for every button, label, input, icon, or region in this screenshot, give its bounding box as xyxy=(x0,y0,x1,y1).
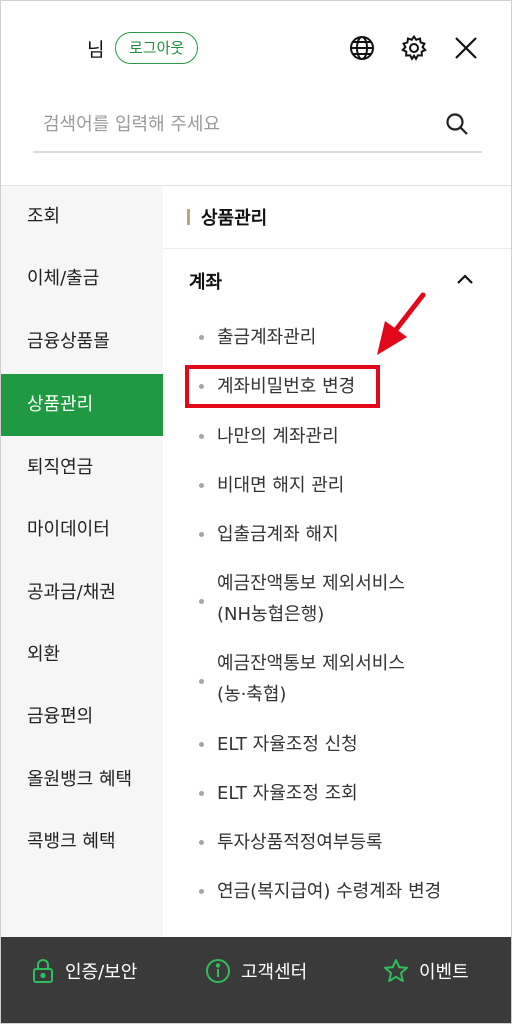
bottom-bar-label: 고객센터 xyxy=(241,962,308,983)
customer-center-button[interactable]: 고객센터 xyxy=(205,937,307,1005)
left-menu-item[interactable]: 퇴직연금 xyxy=(1,437,163,499)
bullet-icon xyxy=(199,791,204,796)
list-item[interactable]: 나만의 계좌관리 xyxy=(199,421,499,452)
section-accent-bar xyxy=(187,209,190,225)
lock-icon xyxy=(33,959,53,983)
group-title[interactable]: 계좌 xyxy=(189,268,222,294)
close-icon[interactable] xyxy=(449,31,483,65)
user-name-suffix: 님 xyxy=(87,39,105,61)
bullet-icon xyxy=(199,483,204,488)
left-menu-item[interactable]: 이체/출금 xyxy=(1,248,163,310)
list-item[interactable]: 연금(복지급여) 수령계좌 변경 xyxy=(199,876,499,907)
bottom-bar-label: 이벤트 xyxy=(419,962,469,983)
left-menu-item[interactable]: 금융편의 xyxy=(1,686,163,748)
list-item[interactable]: ELT 자율조정 조회 xyxy=(199,778,499,809)
list-item[interactable]: 입출금계좌 해지 xyxy=(199,519,499,550)
search-input[interactable] xyxy=(43,109,423,139)
left-menu-item[interactable]: 공과금/채권 xyxy=(1,562,163,624)
list-item[interactable]: 출금계좌관리 xyxy=(199,322,499,353)
bullet-icon xyxy=(199,742,204,747)
left-menu-item[interactable]: 올원뱅크 혜택 xyxy=(1,749,163,811)
left-menu-item[interactable]: 콕뱅크 혜택 xyxy=(1,811,163,873)
search-icon[interactable] xyxy=(442,109,472,139)
bullet-icon xyxy=(199,532,204,537)
left-menu-item[interactable]: 외환 xyxy=(1,624,163,686)
left-menu-item[interactable]: 금융상품몰 xyxy=(1,311,163,373)
list-item[interactable]: 예금잔액통보 제외서비스 (NH농협은행) xyxy=(199,568,499,630)
left-menu-item[interactable]: 조회 xyxy=(1,186,163,248)
section-header: 상품관리 xyxy=(163,186,511,249)
bullet-icon xyxy=(199,335,204,340)
gear-icon[interactable] xyxy=(397,31,431,65)
bullet-icon xyxy=(199,434,204,439)
left-menu: 조회 이체/출금 금융상품몰 상품관리 퇴직연금 마이데이터 공과금/채권 외환… xyxy=(1,185,163,937)
list-item[interactable]: 예금잔액통보 제외서비스 (농·축협) xyxy=(199,648,499,710)
left-menu-item[interactable]: 마이데이터 xyxy=(1,499,163,561)
event-button[interactable]: 이벤트 xyxy=(383,937,469,1005)
list-item[interactable]: 투자상품적정여부등록 xyxy=(199,827,499,858)
header: 님 로그아웃 xyxy=(1,1,511,96)
list-item[interactable]: ELT 자율조정 신청 xyxy=(199,729,499,760)
search-bar xyxy=(33,97,482,153)
globe-icon[interactable] xyxy=(345,31,379,65)
logout-button[interactable]: 로그아웃 xyxy=(115,32,199,64)
info-icon xyxy=(206,959,230,983)
highlight-box xyxy=(185,365,380,408)
submenu-panel: 상품관리 계좌 출금계좌관리 계좌비밀번호 변경 나만의 계좌관리 비대면 해지… xyxy=(163,185,511,937)
bottom-bar-label: 인증/보안 xyxy=(65,962,138,983)
app-frame: 님 로그아웃 검색어를 입력해 주세요 조회 이체/출금 금융상품몰 상품관리 … xyxy=(0,0,512,1024)
auth-security-button[interactable]: 인증/보안 xyxy=(31,937,137,1005)
list-item[interactable]: 비대면 해지 관리 xyxy=(199,470,499,501)
red-arrow-icon xyxy=(377,292,426,355)
left-menu-item-active[interactable]: 상품관리 xyxy=(1,374,163,436)
star-icon xyxy=(384,959,408,982)
bullet-icon xyxy=(199,840,204,845)
chevron-up-icon[interactable] xyxy=(452,266,478,292)
bottom-bar: 인증/보안 고객센터 이벤트 xyxy=(1,937,511,1023)
bullet-icon xyxy=(199,679,204,684)
section-title: 상품관리 xyxy=(201,208,268,229)
bullet-icon xyxy=(199,889,204,894)
bullet-icon xyxy=(199,599,204,604)
